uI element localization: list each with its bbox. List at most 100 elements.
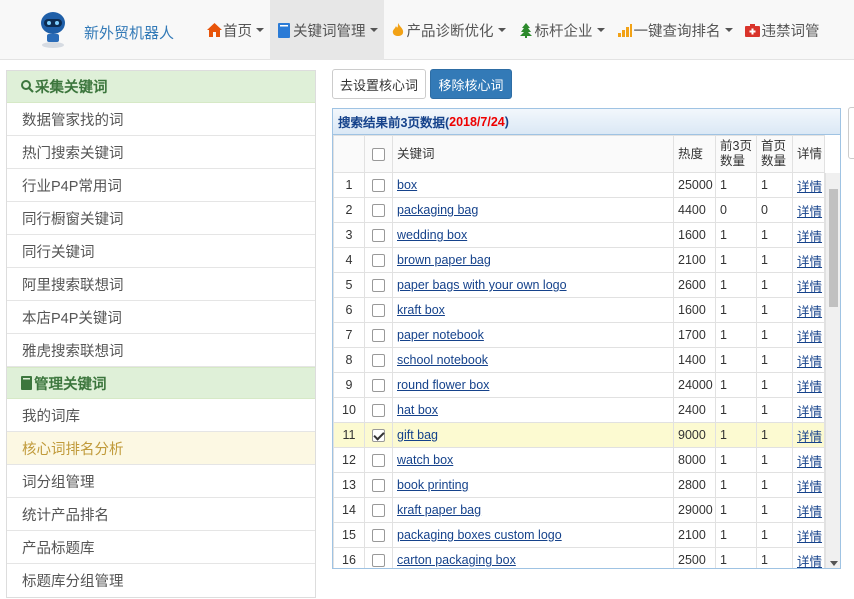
sidebar-item-yahoo-search-suggestions[interactable]: 雅虎搜索联想词 bbox=[7, 334, 315, 367]
set-core-word-button[interactable]: 去设置核心词 bbox=[332, 69, 426, 99]
row-checkbox-cell[interactable] bbox=[364, 322, 393, 348]
keyword-link[interactable]: packaging boxes custom logo bbox=[397, 528, 562, 542]
col-header-keyword[interactable]: 关键词 bbox=[392, 135, 674, 173]
col-header-top3-count[interactable]: 前3页 数量 bbox=[715, 135, 757, 173]
row-checkbox[interactable] bbox=[372, 504, 385, 518]
table-row[interactable]: 11 gift bag 9000 1 1 详情 bbox=[333, 422, 825, 448]
row-checkbox[interactable] bbox=[372, 254, 385, 268]
row-checkbox-cell[interactable] bbox=[364, 247, 393, 273]
sidebar-item-store-p4p-keywords[interactable]: 本店P4P关键词 bbox=[7, 301, 315, 334]
keyword-link[interactable]: watch box bbox=[397, 453, 453, 467]
col-header-heat[interactable]: 热度 bbox=[673, 135, 716, 173]
keyword-cell[interactable]: carton packaging box bbox=[392, 547, 674, 568]
detail-cell[interactable]: 详情 bbox=[792, 347, 825, 373]
detail-link[interactable]: 详情 bbox=[797, 355, 822, 369]
detail-cell[interactable]: 详情 bbox=[792, 422, 825, 448]
keyword-cell[interactable]: box bbox=[392, 172, 674, 198]
row-checkbox[interactable] bbox=[372, 354, 385, 368]
detail-link[interactable]: 详情 bbox=[797, 505, 822, 519]
nav-product-diagnosis[interactable]: 产品诊断优化 bbox=[384, 0, 512, 60]
row-checkbox[interactable] bbox=[372, 279, 385, 293]
row-checkbox-cell[interactable] bbox=[364, 522, 393, 548]
detail-link[interactable]: 详情 bbox=[797, 380, 822, 394]
sidebar-item-product-rank-stats[interactable]: 统计产品排名 bbox=[7, 498, 315, 531]
keyword-cell[interactable]: school notebook bbox=[392, 347, 674, 373]
detail-cell[interactable]: 详情 bbox=[792, 247, 825, 273]
sidebar-item-word-group-management[interactable]: 词分组管理 bbox=[7, 465, 315, 498]
detail-link[interactable]: 详情 bbox=[797, 205, 822, 219]
detail-link[interactable]: 详情 bbox=[797, 405, 822, 419]
detail-link[interactable]: 详情 bbox=[797, 555, 822, 569]
sidebar-item-ali-search-suggestions[interactable]: 阿里搜索联想词 bbox=[7, 268, 315, 301]
row-checkbox-cell[interactable] bbox=[364, 447, 393, 473]
detail-cell[interactable]: 详情 bbox=[792, 297, 825, 323]
table-row[interactable]: 12 watch box 8000 1 1 详情 bbox=[333, 447, 825, 473]
keyword-cell[interactable]: gift bag bbox=[392, 422, 674, 448]
detail-link[interactable]: 详情 bbox=[797, 480, 822, 494]
keyword-cell[interactable]: wedding box bbox=[392, 222, 674, 248]
sidebar-item-peer-keywords[interactable]: 同行关键词 bbox=[7, 235, 315, 268]
row-checkbox[interactable] bbox=[372, 454, 385, 468]
table-row[interactable]: 15 packaging boxes custom logo 2100 1 1 详情 bbox=[333, 522, 825, 548]
sidebar-item-title-library-groups[interactable]: 标题库分组管理 bbox=[7, 564, 315, 597]
detail-link[interactable]: 详情 bbox=[797, 255, 822, 269]
keyword-link[interactable]: paper bags with your own logo bbox=[397, 278, 567, 292]
row-checkbox[interactable] bbox=[372, 529, 385, 543]
detail-cell[interactable]: 详情 bbox=[792, 472, 825, 498]
row-checkbox-cell[interactable] bbox=[364, 297, 393, 323]
sidebar-item-peer-showcase-keywords[interactable]: 同行橱窗关键词 bbox=[7, 202, 315, 235]
keyword-link[interactable]: box bbox=[397, 178, 417, 192]
keyword-cell[interactable]: paper notebook bbox=[392, 322, 674, 348]
scrollbar-thumb[interactable] bbox=[829, 189, 838, 307]
row-checkbox-cell[interactable] bbox=[364, 372, 393, 398]
keyword-cell[interactable]: kraft paper bag bbox=[392, 497, 674, 523]
detail-link[interactable]: 详情 bbox=[797, 430, 822, 444]
scroll-down-arrow-icon[interactable] bbox=[830, 561, 838, 566]
sidebar-item-product-title-library[interactable]: 产品标题库 bbox=[7, 531, 315, 564]
keyword-link[interactable]: brown paper bag bbox=[397, 253, 491, 267]
keyword-link[interactable]: round flower box bbox=[397, 378, 489, 392]
keyword-cell[interactable]: paper bags with your own logo bbox=[392, 272, 674, 298]
brand-name[interactable]: 新外贸机器人 bbox=[84, 22, 174, 43]
table-scrollbar[interactable] bbox=[825, 173, 840, 568]
detail-cell[interactable]: 详情 bbox=[792, 272, 825, 298]
row-checkbox-cell[interactable] bbox=[364, 347, 393, 373]
row-checkbox-cell[interactable] bbox=[364, 472, 393, 498]
keyword-link[interactable]: kraft paper bag bbox=[397, 503, 481, 517]
keyword-cell[interactable]: watch box bbox=[392, 447, 674, 473]
row-checkbox[interactable] bbox=[372, 379, 385, 393]
detail-cell[interactable]: 详情 bbox=[792, 197, 825, 223]
row-checkbox[interactable] bbox=[372, 429, 385, 443]
row-checkbox[interactable] bbox=[372, 204, 385, 218]
keyword-cell[interactable]: packaging bag bbox=[392, 197, 674, 223]
row-checkbox-cell[interactable] bbox=[364, 197, 393, 223]
row-checkbox[interactable] bbox=[372, 404, 385, 418]
sidebar-item-hot-search-keywords[interactable]: 热门搜索关键词 bbox=[7, 136, 315, 169]
sidebar-item-industry-p4p-words[interactable]: 行业P4P常用词 bbox=[7, 169, 315, 202]
table-row[interactable]: 8 school notebook 1400 1 1 详情 bbox=[333, 347, 825, 373]
keyword-link[interactable]: packaging bag bbox=[397, 203, 478, 217]
row-checkbox-cell[interactable] bbox=[364, 397, 393, 423]
keyword-link[interactable]: paper notebook bbox=[397, 328, 484, 342]
table-row[interactable]: 16 carton packaging box 2500 1 1 详情 bbox=[333, 547, 825, 569]
table-row[interactable]: 9 round flower box 24000 1 1 详情 bbox=[333, 372, 825, 398]
table-row[interactable]: 5 paper bags with your own logo 2600 1 1 详情 bbox=[333, 272, 825, 298]
table-row[interactable]: 13 book printing 2800 1 1 详情 bbox=[333, 472, 825, 498]
row-checkbox-cell[interactable] bbox=[364, 222, 393, 248]
row-checkbox[interactable] bbox=[372, 179, 385, 193]
detail-link[interactable]: 详情 bbox=[797, 280, 822, 294]
row-checkbox[interactable] bbox=[372, 479, 385, 493]
detail-cell[interactable]: 详情 bbox=[792, 447, 825, 473]
sidebar-item-my-word-library[interactable]: 我的词库 bbox=[7, 399, 315, 432]
row-checkbox[interactable] bbox=[372, 554, 385, 568]
nav-home[interactable]: 首页 bbox=[200, 0, 270, 60]
keyword-link[interactable]: hat box bbox=[397, 403, 438, 417]
keyword-cell[interactable]: brown paper bag bbox=[392, 247, 674, 273]
nav-banned-words[interactable]: 违禁词管 bbox=[739, 0, 826, 60]
row-checkbox-cell[interactable] bbox=[364, 422, 393, 448]
table-row[interactable]: 7 paper notebook 1700 1 1 详情 bbox=[333, 322, 825, 348]
table-row[interactable]: 4 brown paper bag 2100 1 1 详情 bbox=[333, 247, 825, 273]
keyword-cell[interactable]: round flower box bbox=[392, 372, 674, 398]
table-row[interactable]: 10 hat box 2400 1 1 详情 bbox=[333, 397, 825, 423]
robot-logo-icon[interactable] bbox=[36, 10, 70, 48]
